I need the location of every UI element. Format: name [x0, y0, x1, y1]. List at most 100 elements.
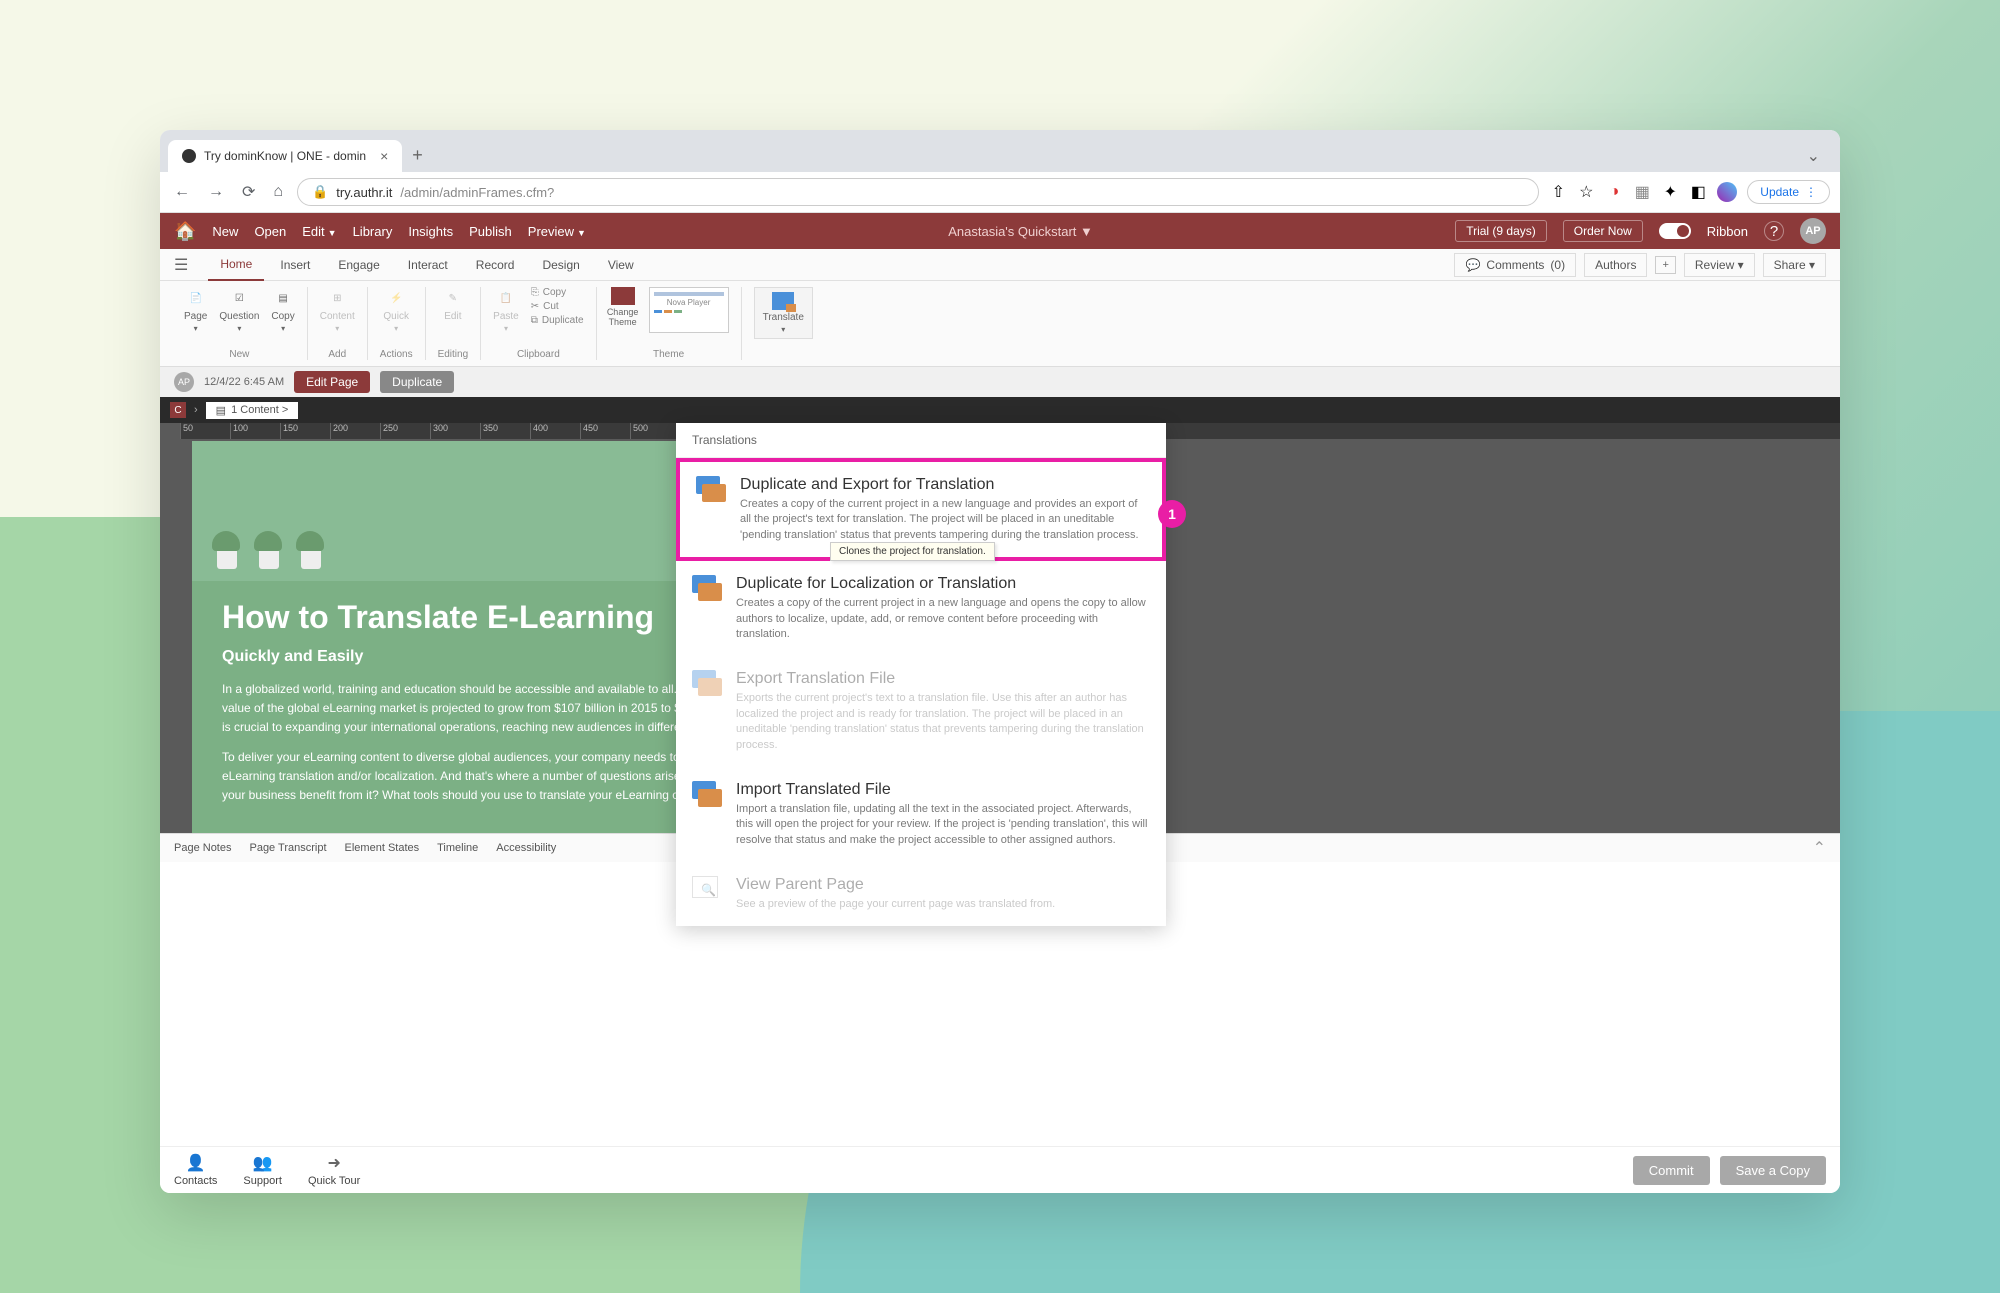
duplicate-button[interactable]: Duplicate — [380, 371, 454, 393]
top-edit[interactable]: Edit▼ — [302, 224, 336, 239]
paste-button[interactable]: 📋Paste▾ — [493, 287, 519, 333]
canvas[interactable]: 50100150200250300350400450500550600650 H… — [160, 423, 1840, 833]
browser-tab[interactable]: Try dominKnow | ONE - domin × — [168, 140, 402, 172]
trial-badge: Trial (9 days) — [1455, 220, 1547, 242]
url-input[interactable]: 🔒 try.authr.it/admin/adminFrames.cfm? — [297, 178, 1539, 206]
comments-button[interactable]: 💬Comments (0) — [1454, 253, 1576, 277]
star-icon[interactable]: ☆ — [1577, 183, 1595, 201]
home-button[interactable]: ⌂ — [269, 179, 287, 205]
translate-option-1[interactable]: Duplicate for Localization or Translatio… — [676, 561, 1166, 656]
share-dropdown[interactable]: Share ▾ — [1763, 253, 1826, 277]
theme-preview[interactable]: Nova Player — [649, 287, 729, 333]
quick-button[interactable]: ⚡Quick▾ — [383, 287, 409, 333]
group-label — [782, 345, 785, 360]
order-now-button[interactable]: Order Now — [1563, 220, 1643, 242]
breadcrumb-chip[interactable]: ▤1 Content > — [206, 402, 299, 419]
forward-button[interactable]: → — [204, 179, 228, 205]
top-new[interactable]: New — [212, 224, 238, 239]
extension-icon[interactable]: ▦ — [1633, 183, 1651, 201]
top-publish[interactable]: Publish — [469, 224, 512, 239]
group-label: New — [229, 345, 249, 360]
extensions-icon[interactable]: ✦ — [1661, 183, 1679, 201]
top-insights[interactable]: Insights — [408, 224, 453, 239]
folder-icon — [692, 876, 722, 902]
change-theme-button[interactable]: Change Theme — [609, 287, 637, 327]
close-tab-icon[interactable]: × — [380, 148, 388, 164]
reload-button[interactable]: ⟳ — [238, 178, 259, 206]
authors-button[interactable]: Authors — [1584, 253, 1647, 277]
support-button[interactable]: 👥Support — [243, 1153, 282, 1187]
dropdown-header: Translations — [676, 423, 1166, 458]
tab-favicon — [182, 149, 196, 163]
project-name-dropdown[interactable]: Anastasia's Quickstart ▼ — [602, 224, 1439, 239]
tab-view[interactable]: View — [596, 250, 646, 280]
option-title: Duplicate for Localization or Translatio… — [736, 575, 1150, 593]
new-tab-button[interactable]: + — [402, 139, 433, 172]
cut-small-button[interactable]: ✂Cut — [531, 301, 584, 312]
copy-button[interactable]: ▤Copy▾ — [271, 287, 294, 333]
edit-button[interactable]: ✎Edit — [442, 287, 464, 322]
tab-record[interactable]: Record — [464, 250, 527, 280]
tab-timeline[interactable]: Timeline — [437, 838, 478, 858]
question-icon: ☑ — [228, 287, 250, 309]
translate-button[interactable]: Translate▾ — [754, 287, 813, 339]
help-icon[interactable]: ? — [1764, 221, 1784, 241]
translate-icon — [772, 292, 794, 310]
comment-icon: 💬 — [1465, 258, 1480, 272]
menu-icon[interactable]: ☰ — [174, 255, 188, 275]
callout-badge: 1 — [1158, 500, 1186, 528]
add-author-button[interactable]: + — [1655, 256, 1675, 274]
tab-engage[interactable]: Engage — [326, 250, 391, 280]
tab-home[interactable]: Home — [208, 249, 264, 281]
top-open[interactable]: Open — [254, 224, 286, 239]
save-copy-button[interactable]: Save a Copy — [1720, 1156, 1826, 1185]
tab-insert[interactable]: Insert — [268, 250, 322, 280]
mini-avatar-icon: AP — [174, 372, 194, 392]
ribbon-toggle[interactable] — [1659, 223, 1691, 239]
option-description: Import a translation file, updating all … — [736, 802, 1150, 848]
tooltip: Clones the project for translation. — [830, 542, 995, 561]
tour-icon: ➜ — [327, 1153, 340, 1173]
share-icon[interactable]: ⇧ — [1549, 183, 1567, 201]
translate-option-2: Export Translation FileExports the curre… — [676, 656, 1166, 767]
extension-icon[interactable]: ◧ — [1689, 183, 1707, 201]
content-button[interactable]: ⊞Content▾ — [320, 287, 355, 333]
update-button[interactable]: Update⋮ — [1747, 180, 1830, 204]
translate-option-4: View Parent PageSee a preview of the pag… — [676, 862, 1166, 926]
content-area: AP 12/4/22 6:45 AM Edit Page Duplicate C… — [160, 367, 1840, 1146]
tab-element-states[interactable]: Element States — [345, 838, 420, 858]
review-dropdown[interactable]: Review ▾ — [1684, 253, 1755, 277]
profile-icon[interactable] — [1717, 182, 1737, 202]
cut-icon: ✂ — [531, 301, 539, 312]
tab-design[interactable]: Design — [530, 250, 591, 280]
breadcrumb-root-icon[interactable]: C — [170, 402, 186, 418]
contacts-button[interactable]: 👤Contacts — [174, 1153, 217, 1187]
translate-option-3[interactable]: Import Translated File Import a translati… — [676, 767, 1166, 862]
duplicate-small-button[interactable]: ⧉Duplicate — [531, 315, 584, 326]
option-title: Import Translated File — [736, 781, 1150, 799]
page-button[interactable]: 📄Page▾ — [184, 287, 207, 333]
page-icon: ▤ — [216, 404, 226, 417]
tab-accessibility[interactable]: Accessibility — [496, 838, 556, 858]
option-description: Exports the current project's text to a … — [736, 691, 1150, 753]
window-chevron-icon[interactable]: ⌄ — [1795, 140, 1832, 172]
user-avatar[interactable]: AP — [1800, 218, 1826, 244]
top-library[interactable]: Library — [353, 224, 393, 239]
translate-option-0[interactable]: Duplicate and Export for TranslationCrea… — [676, 458, 1166, 561]
copy-small-button[interactable]: ⎘Copy — [531, 287, 584, 298]
commit-button[interactable]: Commit — [1633, 1156, 1710, 1185]
home-icon[interactable]: 🏠 — [174, 221, 196, 242]
tab-interact[interactable]: Interact — [396, 250, 460, 280]
top-preview[interactable]: Preview▼ — [528, 224, 586, 239]
edit-page-button[interactable]: Edit Page — [294, 371, 370, 393]
extension-icon[interactable]: ◑ — [1605, 183, 1623, 201]
tab-page-transcript[interactable]: Page Transcript — [249, 838, 326, 858]
edit-icon: ✎ — [442, 287, 464, 309]
back-button[interactable]: ← — [170, 179, 194, 205]
quick-tour-button[interactable]: ➜Quick Tour — [308, 1153, 360, 1187]
tab-title: Try dominKnow | ONE - domin — [204, 149, 366, 163]
question-button[interactable]: ☑Question▾ — [219, 287, 259, 333]
copy-small-icon: ⎘ — [531, 287, 539, 298]
tab-page-notes[interactable]: Page Notes — [174, 838, 231, 858]
expand-panel-icon[interactable]: ⌃ — [1813, 838, 1826, 858]
